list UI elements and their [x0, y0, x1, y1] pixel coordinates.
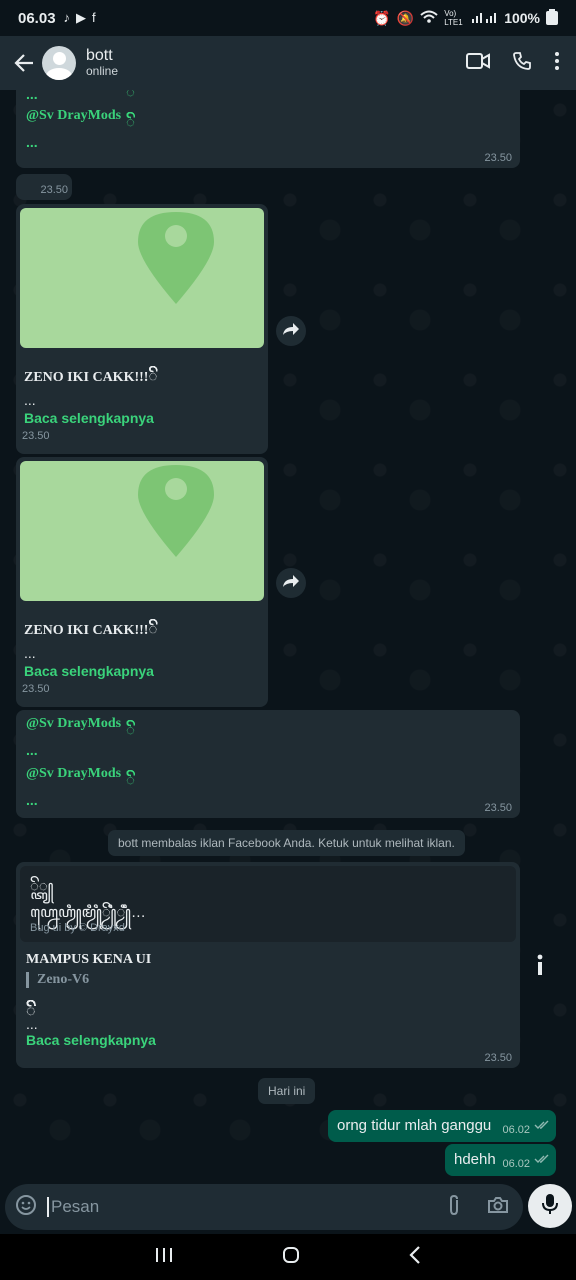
ellipsis-text: ... [26, 1016, 38, 1032]
message-bubble-outgoing[interactable]: hdehh 06.02 [445, 1144, 556, 1176]
message-title: ZENO IKI CAKK!!!ꦼꦼꦼꦼꦼꦼꦼꦼꦼ [24, 620, 157, 638]
microphone-icon [542, 1193, 558, 1220]
zalgo-text: ꦼꦼꦼꦼꦼꦼꦼꦼꦼꦼꦼꦼꦼꦼꦼꦼꦼꦼꦼꦼꦼꦼꦼꦼꦼꦼꦼꦼꦼꦼꦼꦼꦼ [126, 90, 135, 101]
message-text: hdehh [454, 1151, 496, 1168]
signal-text: Vo) LTE1 [444, 9, 463, 27]
mute-icon: 🔕 [396, 9, 415, 26]
message-bubble-location[interactable]: ZENO IKI CAKK!!!ꦼꦼꦼꦼꦼꦼꦼꦼꦼ ... Baca selen… [16, 204, 268, 454]
zalgo-text: ꦼꦼꦼꦼꦼꦼꦼꦼꦼꦼꦼꦼꦼꦼꦼꦼꦼꦼꦼꦼꦼꦼꦼꦼꦼꦼꦼꦼꦼꦼꦼꦼꦼ [126, 772, 135, 789]
more-options-icon[interactable] [554, 51, 560, 76]
ad-quote-box[interactable]: ꦼ꧀ꦠꦾ ꦲ꧀ꦤꦺꦲꦾꦶꦩꦾꦶꦶꦾꦼꦶꦾꦶꦶ… Bug ui by © Dray… [20, 866, 516, 942]
status-bar: 06.03 ♪ ▶ f ⏰ 🔕 Vo) LTE1 100% [0, 0, 576, 36]
location-pin-icon [138, 212, 214, 304]
contact-name: bott [86, 46, 113, 64]
chat-header: bott online [0, 36, 576, 90]
read-receipt-icon [534, 1151, 550, 1169]
contact-status: online [86, 64, 119, 79]
mention-link[interactable]: @Sv DrayMods [26, 766, 121, 782]
ellipsis-text: ... [24, 645, 36, 661]
message-title: ZENO IKI CAKK!!!ꦼꦼꦼꦼꦼꦼꦼꦼꦼ [24, 367, 157, 385]
forward-button[interactable] [276, 316, 306, 346]
message-time: 23.50 [484, 1052, 512, 1064]
facebook-icon: f [92, 10, 96, 25]
battery-text: 100% [504, 10, 540, 26]
camera-icon[interactable] [487, 1196, 509, 1219]
recent-apps-icon[interactable] [155, 1247, 173, 1268]
message-time: 06.02 [502, 1158, 530, 1170]
ellipsis-text: ... [26, 90, 38, 102]
map-preview[interactable] [20, 461, 264, 601]
ad-credit: Bug ui by © Drayxd [30, 922, 125, 934]
video-call-icon[interactable] [466, 52, 490, 75]
ellipsis-text: ... [26, 742, 38, 758]
avatar[interactable] [42, 46, 76, 80]
read-more-link[interactable]: Baca selengkapnya [24, 410, 154, 426]
zalgo-text: ꦼꦼꦼꦼꦼꦼꦼꦼꦼꦼꦼꦼꦼꦼꦼꦼꦼꦼꦼꦼꦼꦼꦼꦼꦼꦼꦼꦼꦼꦼꦼꦼꦼꦼꦼꦼꦼꦼ [26, 1003, 36, 1020]
read-more-link[interactable]: Baca selengkapnya [26, 1032, 156, 1048]
back-arrow-icon[interactable] [10, 49, 38, 77]
contact-info[interactable]: bott online [86, 47, 118, 79]
back-nav-icon[interactable] [409, 1245, 421, 1269]
map-preview[interactable] [20, 208, 264, 348]
message-text: orng tidur mlah ganggu [337, 1117, 492, 1134]
battery-icon [546, 8, 558, 28]
forward-icon [282, 322, 300, 341]
home-icon[interactable] [282, 1246, 300, 1269]
message-time: 23.50 [22, 430, 50, 442]
status-time: 06.03 [18, 9, 56, 27]
message-time: 06.02 [502, 1124, 530, 1136]
voice-call-icon[interactable] [512, 51, 532, 76]
read-receipt-icon [534, 1117, 550, 1135]
info-icon[interactable] [536, 954, 544, 981]
message-time: 23.50 [484, 802, 512, 814]
forward-button[interactable] [276, 568, 306, 598]
ad-title: MAMPUS KENA UI [26, 952, 152, 967]
message-input[interactable]: Pesan [5, 1184, 523, 1230]
signal-icon [472, 10, 498, 26]
ad-reply-notice[interactable]: bott membalas iklan Facebook Anda. Ketuk… [108, 830, 465, 856]
chat-area[interactable]: ꦼꦼꦼꦼꦼꦼꦼꦼꦼꦼꦼꦼꦼꦼꦼꦼꦼꦼꦼꦼꦼꦼꦼꦼꦼꦼꦼꦼꦼꦼꦼꦼꦼ ... @S… [0, 90, 576, 1182]
message-time: 23.50 [40, 184, 68, 196]
tiktok-icon: ♪ [63, 10, 71, 25]
zalgo-text: ꦼꦼꦼꦼꦼꦼꦼꦼꦼꦼꦼꦼꦼꦼꦼꦼꦼꦼꦼꦼꦼꦼꦼꦼꦼꦼꦼꦼꦼꦼꦼꦼꦼ [126, 722, 135, 739]
youtube-icon: ▶ [76, 10, 87, 25]
message-time: 23.50 [484, 152, 512, 164]
location-pin-icon [138, 465, 214, 557]
message-bubble-mentions[interactable]: @Sv DrayMods ꦼꦼꦼꦼꦼꦼꦼꦼꦼꦼꦼꦼꦼꦼꦼꦼꦼꦼꦼꦼꦼꦼꦼꦼꦼꦼꦼ… [16, 710, 520, 818]
ellipsis-text: ... [24, 392, 36, 408]
emoji-sticker-icon[interactable] [15, 1194, 37, 1221]
forward-icon [282, 574, 300, 593]
wifi-icon [420, 10, 438, 27]
message-bubble-outgoing[interactable]: orng tidur mlah ganggu 06.02 [328, 1110, 556, 1142]
message-time: 23.50 [22, 683, 50, 695]
day-divider: Hari ini [258, 1078, 316, 1104]
attachment-icon[interactable] [447, 1194, 461, 1221]
message-bubble-location[interactable]: ZENO IKI CAKK!!!ꦼꦼꦼꦼꦼꦼꦼꦼꦼ ... Baca selen… [16, 457, 268, 707]
mention-link[interactable]: @Sv DrayMods [26, 108, 121, 124]
system-navigation-bar [0, 1234, 576, 1280]
ellipsis-text: ... [26, 792, 38, 808]
message-bubble-mentions-top[interactable]: ꦼꦼꦼꦼꦼꦼꦼꦼꦼꦼꦼꦼꦼꦼꦼꦼꦼꦼꦼꦼꦼꦼꦼꦼꦼꦼꦼꦼꦼꦼꦼꦼꦼ ... @S… [16, 90, 520, 168]
read-more-link[interactable]: Baca selengkapnya [24, 663, 154, 679]
message-bubble-ad[interactable]: ꦼ꧀ꦠꦾ ꦲ꧀ꦤꦺꦲꦾꦶꦩꦾꦶꦶꦾꦼꦶꦾꦶꦶ… Bug ui by © Dray… [16, 862, 520, 1068]
message-bubble-small[interactable]: 23.50 [16, 174, 72, 200]
alarm-icon: ⏰ [373, 9, 391, 26]
ad-quote: Zeno-V6 [26, 972, 89, 988]
zalgo-text: ꦼꦼꦼꦼꦼꦼꦼꦼꦼꦼꦼꦼꦼꦼꦼꦼꦼꦼꦼꦼꦼꦼꦼꦼꦼꦼꦼꦼꦼꦼꦼꦼꦼ [126, 114, 135, 131]
ellipsis-text: ... [26, 134, 38, 150]
voice-record-button[interactable] [528, 1184, 572, 1228]
message-placeholder[interactable]: Pesan [47, 1197, 99, 1217]
mention-link[interactable]: @Sv DrayMods [26, 716, 121, 732]
message-composer: Pesan [0, 1182, 576, 1234]
